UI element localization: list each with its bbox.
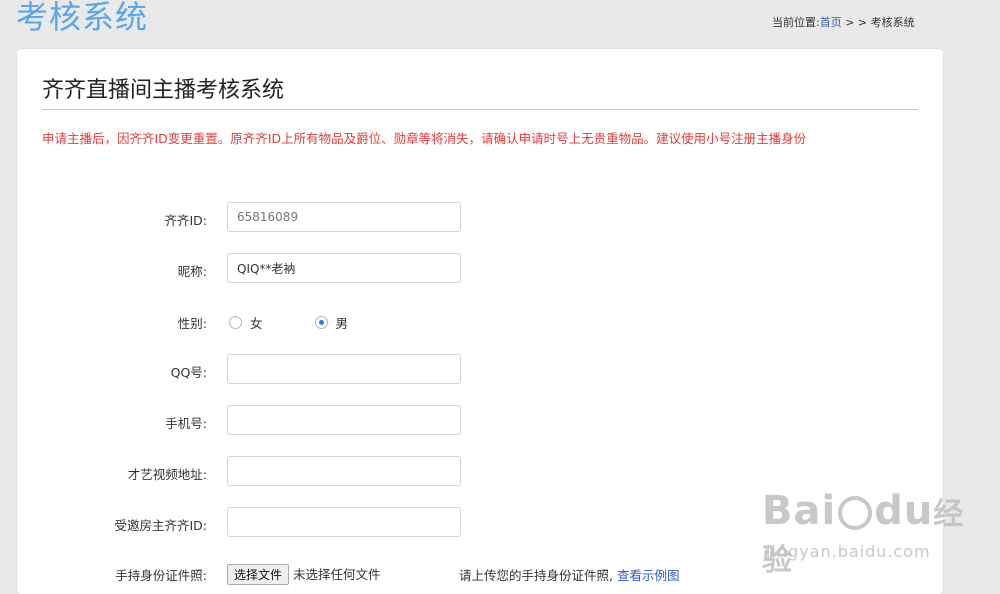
radio-unchecked-icon[interactable] (229, 316, 242, 329)
inviter-id-input[interactable] (227, 507, 461, 537)
row-id-photo: 手持身份证件照: 选择文件 未选择任何文件 请上传您的手持身份证件照, 查看示例图 (17, 557, 943, 589)
card-title: 齐齐直播间主播考核系统 (42, 78, 285, 103)
id-photo-file-input[interactable]: 选择文件 未选择任何文件 (227, 564, 381, 585)
gender-female-label: 女 (250, 316, 263, 331)
id-photo-label: 手持身份证件照: (115, 568, 207, 583)
breadcrumb-home-link[interactable]: 首页 (820, 16, 842, 29)
id-photo-hint-text: 请上传您的手持身份证件照, (459, 568, 613, 583)
row-phone: 手机号: (17, 405, 943, 437)
row-qiqi-id: 齐齐ID: (17, 202, 943, 234)
row-qq: QQ号: (17, 354, 943, 386)
talent-video-input[interactable] (227, 456, 461, 486)
row-talent-video: 才艺视频地址: (17, 456, 943, 488)
gender-male-label: 男 (335, 316, 349, 331)
breadcrumb-prefix: 当前位置: (772, 16, 820, 29)
id-photo-hint: 请上传您的手持身份证件照, 查看示例图 (459, 565, 679, 584)
choose-file-button[interactable]: 选择文件 (227, 564, 290, 585)
gender-female-radio[interactable]: 女 (229, 313, 263, 332)
warning-notice: 申请主播后，因齐齐ID变更重置。原齐齐ID上所有物品及爵位、勋章等将消失，请确认… (42, 131, 807, 146)
title-divider (42, 109, 918, 110)
radio-checked-icon[interactable] (314, 316, 328, 329)
gender-male-radio[interactable]: 男 (314, 313, 349, 332)
page-header-title: 考核系统 (16, 0, 149, 36)
qq-label: QQ号: (170, 365, 207, 380)
row-nickname: 昵称: (17, 253, 943, 285)
form-card: 齐齐直播间主播考核系统 申请主播后，因齐齐ID变更重置。原齐齐ID上所有物品及爵… (17, 49, 943, 594)
gender-radio-group: 女 男 (229, 313, 396, 332)
row-gender: 性别: 女 男 (17, 305, 943, 337)
row-inviter-id: 受邀房主齐齐ID: (17, 507, 943, 539)
view-example-link[interactable]: 查看示例图 (617, 568, 680, 583)
qq-input[interactable] (227, 354, 461, 384)
phone-input[interactable] (227, 405, 461, 435)
breadcrumb-separator: > > (841, 16, 871, 29)
qiqi-id-input[interactable] (227, 202, 461, 232)
qiqi-id-label: 齐齐ID: (164, 213, 207, 228)
talent-video-label: 才艺视频地址: (127, 467, 207, 482)
breadcrumb: 当前位置:首页 > > 考核系统 (772, 14, 915, 30)
gender-label: 性别: (177, 316, 207, 331)
breadcrumb-current: 考核系统 (870, 16, 915, 29)
inviter-id-label: 受邀房主齐齐ID: (114, 518, 207, 533)
nickname-input[interactable] (227, 253, 461, 283)
file-status-text: 未选择任何文件 (293, 567, 381, 582)
nickname-label: 昵称: (177, 264, 207, 279)
phone-label: 手机号: (165, 416, 207, 431)
